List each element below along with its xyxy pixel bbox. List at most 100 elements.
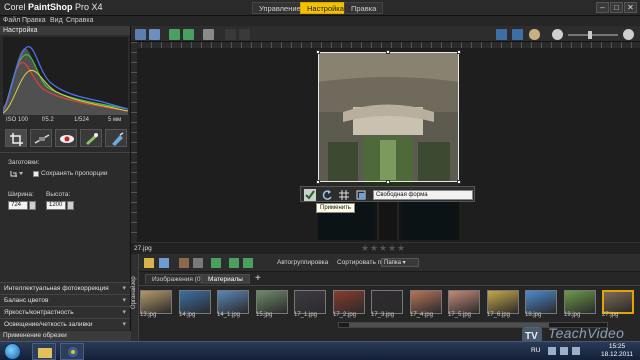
height-stepper[interactable] — [67, 201, 74, 210]
tab-edit[interactable]: Правка — [344, 2, 384, 14]
tooltip: Применить — [316, 203, 356, 213]
height-field[interactable]: 1200 — [46, 201, 66, 210]
start-button[interactable] — [4, 343, 21, 360]
crop-tool-icon[interactable] — [5, 129, 27, 147]
sort-value: Папка — [384, 260, 401, 266]
brush-icon[interactable] — [179, 258, 189, 268]
tray-language[interactable]: RU — [531, 347, 540, 354]
add-tab-button[interactable]: + — [255, 273, 261, 284]
tray-clock[interactable]: 15:25 18.12.2011 — [598, 343, 636, 359]
presets-dropdown[interactable] — [10, 169, 24, 178]
thumbnail-label: 17_4.jpg — [410, 312, 434, 318]
taskbar-paintshop-icon[interactable] — [60, 343, 84, 360]
actual-size-icon[interactable] — [496, 29, 507, 40]
grid-icon[interactable] — [338, 189, 350, 201]
crop-handle-tr[interactable] — [457, 50, 461, 54]
thumbnail-image[interactable] — [525, 290, 557, 314]
tab-materials[interactable]: Материалы — [201, 274, 250, 284]
tag-icon[interactable] — [193, 258, 203, 268]
crop-handle-br[interactable] — [457, 180, 461, 184]
thumbnail-image[interactable] — [410, 290, 442, 314]
menu-edit[interactable]: Правка — [22, 17, 46, 24]
fit-window-icon[interactable] — [512, 29, 523, 40]
thumbnail-label: 17_3.jpg — [371, 312, 395, 318]
thumbnail-image[interactable] — [448, 290, 480, 314]
rating-star[interactable]: ★ — [370, 243, 378, 254]
thumbnail-image[interactable] — [294, 290, 326, 314]
thumbnail-label: 27.jpg — [602, 312, 619, 318]
scrollbar-thumb[interactable] — [349, 323, 549, 327]
width-field[interactable]: 724 — [8, 201, 28, 210]
rotate-left-icon[interactable] — [169, 29, 180, 40]
thumbnail-image[interactable] — [217, 290, 249, 314]
keep-ratio-checkbox[interactable] — [33, 171, 39, 177]
crop-handle-t[interactable] — [386, 50, 390, 54]
redo-icon[interactable] — [239, 29, 250, 40]
rating-star[interactable]: ★ — [379, 243, 387, 254]
makeover-tool-icon[interactable] — [80, 129, 102, 147]
thumbnail-image[interactable] — [602, 290, 634, 314]
taskbar-explorer-icon[interactable] — [32, 343, 56, 360]
share-icon[interactable] — [211, 258, 221, 268]
thumbnail-image[interactable] — [371, 290, 403, 314]
tab-images[interactable]: Изображения (0) — [145, 274, 210, 284]
rotate-crop-icon[interactable] — [321, 189, 333, 201]
crop-handle-b[interactable] — [386, 180, 390, 184]
section-color-balance[interactable]: Баланс цветов — [0, 294, 130, 306]
crop-handle-bl[interactable] — [316, 180, 320, 184]
menu-view[interactable]: Вид — [50, 17, 63, 24]
zoom-slider[interactable] — [568, 31, 618, 39]
undo-icon[interactable] — [225, 29, 236, 40]
panel-header: Настройка — [0, 26, 130, 35]
clock-date: 18.12.2011 — [600, 351, 634, 358]
organizer-side-tab[interactable]: Органайзер — [131, 254, 139, 344]
zoom-out-icon[interactable] — [552, 29, 563, 40]
section-fill-light-clarity[interactable]: Освещение/четкость заливки — [0, 318, 130, 330]
rating-star[interactable]: ★ — [388, 243, 396, 254]
thumbnail-image[interactable] — [564, 290, 596, 314]
histogram — [2, 37, 129, 115]
thumbnail-image[interactable] — [256, 290, 288, 314]
rating-star[interactable]: ★ — [397, 243, 405, 254]
menu-file[interactable]: Файл — [3, 17, 20, 24]
straighten-tool-icon[interactable] — [30, 129, 52, 147]
red-eye-tool-icon[interactable] — [55, 129, 77, 147]
clone-brush-icon[interactable] — [105, 129, 127, 147]
folder-icon[interactable] — [144, 258, 154, 268]
rotate-right-icon[interactable] — [183, 29, 194, 40]
thumbnail-image[interactable] — [487, 290, 519, 314]
crop-handle-tl[interactable] — [316, 50, 320, 54]
crop-mode-select[interactable]: Свободная форма — [373, 190, 473, 200]
section-smart-photo-fix[interactable]: Интеллектуальная фотокоррекция — [0, 282, 130, 294]
menu-help[interactable]: Справка — [66, 17, 93, 24]
tray-volume-icon[interactable] — [560, 347, 568, 355]
pan-hand-icon[interactable] — [529, 29, 540, 40]
width-stepper[interactable] — [29, 201, 36, 210]
watermark-text: TeachVideo — [548, 325, 625, 341]
rotate-right-small-icon[interactable] — [243, 258, 253, 268]
save-icon[interactable] — [135, 29, 146, 40]
section-brightness-contrast[interactable]: Яркость/контрастность — [0, 306, 130, 318]
apply-check-icon[interactable] — [304, 189, 316, 201]
thumbnail-image[interactable] — [179, 290, 211, 314]
thumbnail-label: 19.jpg — [564, 312, 581, 318]
auto-group-label[interactable]: Автогруппировка — [277, 259, 328, 266]
tray-flag-icon[interactable] — [572, 347, 580, 355]
close-button[interactable]: ✕ — [624, 2, 637, 13]
delete-icon[interactable] — [203, 29, 214, 40]
minimize-button[interactable]: – — [596, 2, 609, 13]
sort-select[interactable]: Папка ▾ — [381, 258, 419, 267]
maximize-button[interactable]: □ — [610, 2, 623, 13]
crop-rectangle[interactable] — [318, 52, 459, 182]
rating-star[interactable]: ★ — [361, 243, 369, 254]
zoom-in-icon[interactable] — [623, 29, 634, 40]
view-options-icon[interactable] — [159, 258, 169, 268]
save-as-icon[interactable] — [149, 29, 160, 40]
thumbnail-image[interactable] — [333, 290, 365, 314]
thumbnail-image[interactable] — [140, 290, 172, 314]
zoom-slider-thumb[interactable] — [588, 31, 592, 39]
tray-network-icon[interactable] — [548, 347, 556, 355]
rotate-left-small-icon[interactable] — [229, 258, 239, 268]
ruler-vertical — [131, 42, 137, 242]
crop-new-image-icon[interactable] — [355, 189, 367, 201]
